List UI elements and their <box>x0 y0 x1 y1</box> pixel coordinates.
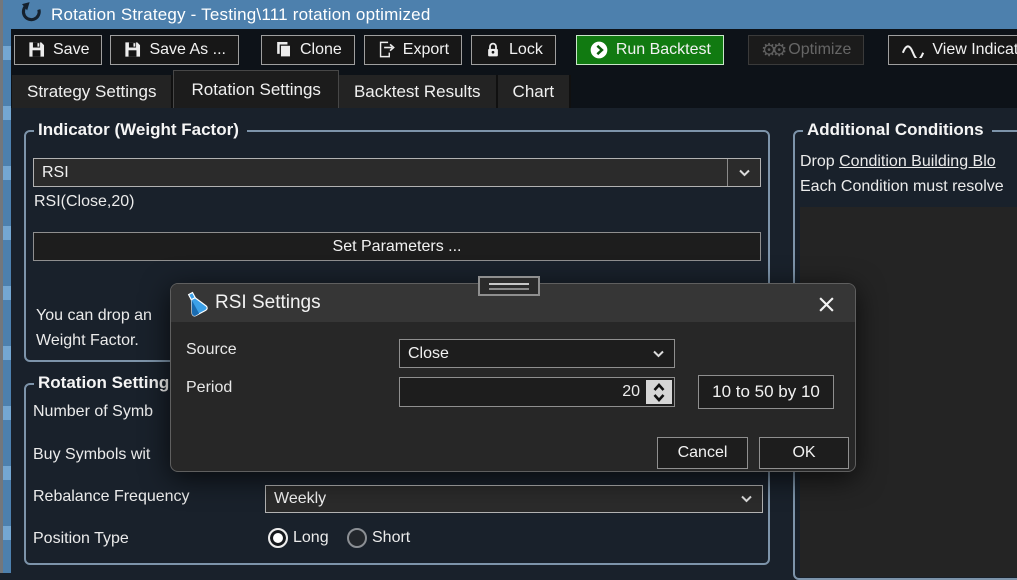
set-parameters-button[interactable]: Set Parameters ... <box>33 232 761 261</box>
spinner-up-icon <box>653 383 665 392</box>
main-toolbar: Save Save As ... Clone <box>11 29 1017 70</box>
chevron-down-icon <box>730 495 762 503</box>
condition-building-blocks-link[interactable]: Condition Building Blo <box>839 153 996 170</box>
indicator-formula: RSI(Close,20) <box>34 193 134 211</box>
buy-symbols-label: Buy Symbols wit <box>33 446 150 464</box>
view-indicators-label: View Indicators <box>932 41 1017 59</box>
chevron-down-icon <box>728 169 760 177</box>
lock-button[interactable]: Lock <box>471 35 556 65</box>
rebalance-frequency-label: Rebalance Frequency <box>33 488 190 506</box>
rsi-settings-dialog: RSI Settings Source Close Period 20 10 t… <box>170 283 856 472</box>
window-edge-scrollbar <box>3 0 11 573</box>
close-icon[interactable] <box>815 293 837 315</box>
indicator-group-title: Indicator (Weight Factor) <box>34 120 247 140</box>
rebalance-frequency-dropdown[interactable]: Weekly <box>265 485 763 513</box>
ok-button[interactable]: OK <box>759 437 849 469</box>
number-of-symbols-label: Number of Symb <box>33 403 153 421</box>
run-icon <box>589 40 609 60</box>
lock-label: Lock <box>509 41 543 59</box>
source-label: Source <box>186 341 237 359</box>
lock-icon <box>484 41 502 59</box>
additional-conditions-title: Additional Conditions <box>803 120 992 140</box>
spinner-control[interactable] <box>646 380 672 404</box>
view-indicators-button[interactable]: View Indicators <box>888 35 1017 65</box>
period-input[interactable]: 20 <box>399 377 675 407</box>
period-value: 20 <box>622 378 640 406</box>
radio-short[interactable]: Short <box>347 528 410 548</box>
rebalance-frequency-value: Weekly <box>274 490 326 508</box>
run-backtest-label: Run Backtest <box>616 41 711 59</box>
tab-backtest-results[interactable]: Backtest Results <box>339 75 498 108</box>
tab-chart[interactable]: Chart <box>498 75 572 108</box>
condition-resolve-line: Each Condition must resolve <box>800 178 1004 196</box>
clone-label: Clone <box>300 41 342 59</box>
export-icon <box>377 40 396 59</box>
tab-rotation-settings[interactable]: Rotation Settings <box>173 70 338 108</box>
radio-selected-icon <box>268 528 288 548</box>
source-dropdown[interactable]: Close <box>399 339 675 368</box>
floppy-icon <box>123 40 142 59</box>
optimize-range-button[interactable]: 10 to 50 by 10 <box>698 375 834 409</box>
indicator-hint-line1: You can drop an <box>36 307 152 325</box>
window-titlebar[interactable]: Rotation Strategy - Testing\111 rotation… <box>11 0 1017 29</box>
export-label: Export <box>403 41 449 59</box>
period-label: Period <box>186 379 232 397</box>
radio-unselected-icon <box>347 528 367 548</box>
dialog-title: RSI Settings <box>215 284 321 322</box>
radio-long-label: Long <box>293 529 329 547</box>
indicator-dropdown[interactable]: RSI <box>33 158 761 187</box>
optimize-label: Optimize <box>788 41 851 59</box>
optimize-button: ⚙⚙ Optimize <box>748 35 864 65</box>
chevron-down-icon <box>642 350 674 358</box>
rotate-ccw-icon <box>20 1 42 28</box>
save-label: Save <box>53 41 89 59</box>
wave-icon <box>901 42 925 58</box>
gears-icon: ⚙⚙ <box>761 41 781 59</box>
drop-condition-line: Drop Condition Building Blo <box>800 153 996 171</box>
window-title: Rotation Strategy - Testing\111 rotation… <box>51 5 430 25</box>
radio-long[interactable]: Long <box>268 528 329 548</box>
source-value: Close <box>408 345 449 363</box>
export-button[interactable]: Export <box>364 35 462 65</box>
drop-prefix: Drop <box>800 153 839 170</box>
rotation-group-title: Rotation Setting <box>34 373 177 393</box>
clone-icon <box>274 40 293 59</box>
indicator-hint-line2: Weight Factor. <box>36 332 139 350</box>
save-as-label: Save As ... <box>149 41 225 59</box>
tab-strategy-settings[interactable]: Strategy Settings <box>12 75 173 108</box>
floppy-icon <box>27 40 46 59</box>
save-as-button[interactable]: Save As ... <box>110 35 238 65</box>
run-backtest-button[interactable]: Run Backtest <box>576 35 724 65</box>
tab-bar: Strategy Settings Rotation Settings Back… <box>11 70 1017 108</box>
indicator-dropdown-value: RSI <box>42 164 69 182</box>
flask-icon <box>182 290 209 322</box>
spinner-down-icon <box>653 393 665 402</box>
dialog-drag-handle[interactable] <box>478 276 540 296</box>
radio-short-label: Short <box>372 529 410 547</box>
cancel-button[interactable]: Cancel <box>657 437 748 469</box>
clone-button[interactable]: Clone <box>261 35 355 65</box>
save-button[interactable]: Save <box>14 35 102 65</box>
position-type-label: Position Type <box>33 530 129 548</box>
